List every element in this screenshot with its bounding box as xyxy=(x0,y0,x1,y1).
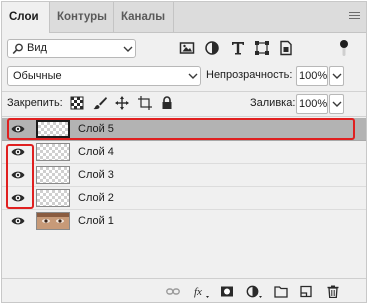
lock-transparent-pixels-icon[interactable] xyxy=(70,96,84,110)
chevron-down-icon xyxy=(123,46,133,52)
lock-position-move-icon[interactable] xyxy=(115,96,129,110)
blend-mode-value: Обычные xyxy=(13,70,62,82)
lock-image-pixels-brush-icon[interactable] xyxy=(93,96,107,110)
layer-name: Слой 4 xyxy=(78,146,114,158)
layer-row-2[interactable]: Слой 2 xyxy=(2,187,366,210)
divider xyxy=(2,91,366,92)
search-icon xyxy=(12,43,23,55)
filter-kind-select[interactable]: Вид xyxy=(7,39,136,58)
type-filter-icon[interactable] xyxy=(230,40,246,56)
layer-thumbnail xyxy=(36,166,70,184)
adjustment-filter-icon[interactable] xyxy=(204,40,220,56)
opacity-dropdown-button[interactable] xyxy=(329,66,344,86)
layer-row-3[interactable]: Слой 3 xyxy=(2,164,366,187)
svg-text:fx: fx xyxy=(194,286,202,298)
opacity-value: 100% xyxy=(299,70,328,82)
tab-bar: Слои Контуры Каналы xyxy=(2,2,366,33)
tab-layers[interactable]: Слои xyxy=(2,2,50,33)
layer-name: Слой 1 xyxy=(78,215,114,227)
blend-mode-select[interactable]: Обычные xyxy=(7,66,201,86)
folder-icon[interactable] xyxy=(274,285,288,298)
smart-object-filter-icon[interactable] xyxy=(278,40,294,56)
panel-menu-icon[interactable] xyxy=(349,12,360,21)
fill-dropdown-button[interactable] xyxy=(329,94,344,114)
layer-thumbnail xyxy=(36,143,70,161)
opacity-label: Непрозрачность: xyxy=(206,69,293,81)
tab-channels[interactable]: Каналы xyxy=(114,2,174,32)
layer-row-1[interactable]: Слой 1 xyxy=(2,210,366,233)
filter-kind-label: Вид xyxy=(27,42,47,54)
link-icon[interactable] xyxy=(166,285,180,298)
fill-value: 100% xyxy=(299,98,328,110)
layer-name: Слой 3 xyxy=(78,169,114,181)
selected-layer-highlight xyxy=(7,118,355,140)
chevron-down-icon xyxy=(332,73,342,79)
layer-row-4[interactable]: Слой 4 xyxy=(2,141,366,164)
pixel-filter-icon[interactable] xyxy=(179,40,195,56)
layer-thumbnail xyxy=(36,189,70,207)
new-layer-icon[interactable] xyxy=(299,285,313,298)
opacity-input[interactable]: 100% xyxy=(296,66,328,86)
eye-visibility-icon[interactable] xyxy=(11,215,25,227)
chevron-down-icon xyxy=(188,73,198,79)
divider xyxy=(2,116,366,117)
lock-label: Закрепить: xyxy=(7,97,63,109)
layer-name: Слой 2 xyxy=(78,192,114,204)
filter-toggle-switch[interactable] xyxy=(339,38,349,58)
visibility-icons-highlight xyxy=(6,144,34,209)
layers-panel: Слои Контуры Каналы Вид Обычные Непрозра… xyxy=(1,1,367,303)
layer-photo-thumbnail xyxy=(36,212,70,230)
panel-bottom-toolbar: fx xyxy=(2,278,366,303)
lock-artboard-icon[interactable] xyxy=(138,96,152,110)
face-photo-icon xyxy=(37,213,69,229)
fill-label: Заливка: xyxy=(250,97,296,109)
fill-input[interactable]: 100% xyxy=(296,94,328,114)
lock-all-icon[interactable] xyxy=(160,96,174,110)
trash-icon[interactable] xyxy=(326,285,340,298)
tab-paths[interactable]: Контуры xyxy=(50,2,114,32)
chevron-down-icon xyxy=(332,101,342,107)
adjustment-layer-icon[interactable] xyxy=(246,285,262,298)
fx-icon[interactable]: fx xyxy=(193,285,209,298)
shape-filter-icon[interactable] xyxy=(254,40,270,56)
mask-icon[interactable] xyxy=(220,285,234,298)
